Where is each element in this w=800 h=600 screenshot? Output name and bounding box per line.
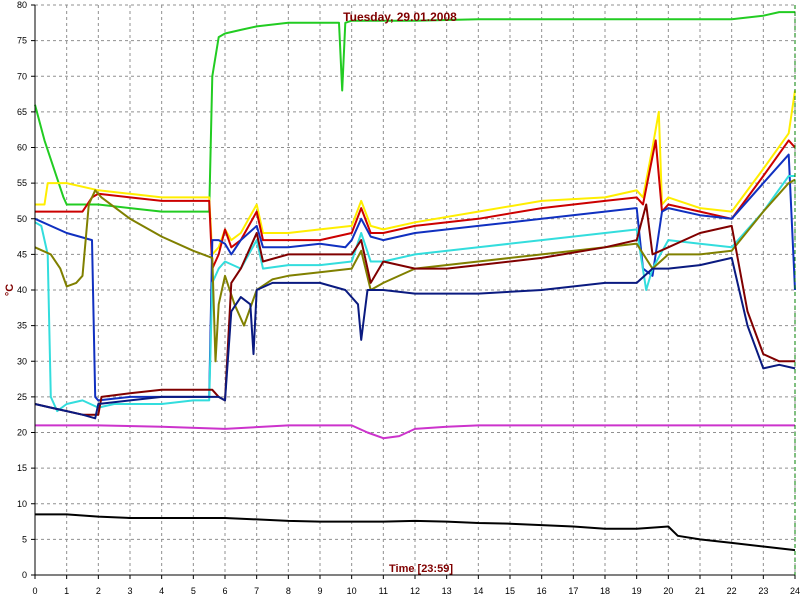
y-tick-label: 5 [22, 534, 27, 544]
y-tick-label: 10 [17, 499, 27, 509]
x-tick-label: 13 [442, 586, 452, 596]
x-tick-label: 0 [32, 586, 37, 596]
x-tick-label: 24 [790, 586, 800, 596]
y-tick-label: 25 [17, 392, 27, 402]
x-axis-label: Time [23:59] [389, 563, 453, 575]
y-tick-label: 70 [17, 71, 27, 81]
x-tick-label: 23 [758, 586, 768, 596]
x-tick-label: 15 [505, 586, 515, 596]
x-tick-labels: 0 1 2 3 4 5 6 7 8 9 10 11 12 13 14 15 16 17 18 19 20 21 22 23 24 [32, 586, 800, 596]
x-tick-label: 17 [568, 586, 578, 596]
y-tick-label: 40 [17, 285, 27, 295]
x-tick-label: 11 [379, 586, 388, 596]
x-tick-label: 21 [695, 586, 705, 596]
x-tick-label: 19 [632, 586, 642, 596]
x-tick-label: 12 [410, 586, 420, 596]
x-tick-label: 16 [537, 586, 547, 596]
chart-title: Tuesday, 29.01.2008 [343, 10, 457, 24]
y-tick-label: 35 [17, 321, 27, 331]
y-tick-labels: 0 5 10 15 20 25 30 35 40 45 50 55 60 65 70 75 80 [17, 0, 27, 580]
x-tick-label: 7 [254, 586, 259, 596]
x-tick-label: 6 [222, 586, 227, 596]
y-tick-label: 0 [22, 570, 27, 580]
y-tick-label: 60 [17, 143, 27, 153]
y-tick-label: 75 [17, 36, 27, 46]
x-tick-label: 5 [191, 586, 196, 596]
x-tick-label: 22 [727, 586, 737, 596]
x-tick-label: 8 [286, 586, 291, 596]
x-tick-label: 1 [64, 586, 69, 596]
y-tick-label: 80 [17, 0, 27, 10]
y-tick-label: 55 [17, 178, 27, 188]
y-tick-label: 50 [17, 214, 27, 224]
y-tick-label: 45 [17, 249, 27, 259]
x-tick-label: 3 [127, 586, 132, 596]
y-tick-label: 20 [17, 428, 27, 438]
x-tick-label: 18 [600, 586, 610, 596]
x-tick-label: 2 [96, 586, 101, 596]
y-axis-label: °C [4, 284, 16, 296]
x-tick-label: 10 [347, 586, 357, 596]
y-tick-label: 65 [17, 107, 27, 117]
y-tick-label: 30 [17, 356, 27, 366]
x-tick-label: 20 [663, 586, 673, 596]
x-tick-label: 4 [159, 586, 164, 596]
temperature-chart: 0 1 2 3 4 5 6 7 8 9 10 11 12 13 14 15 16 17 18 19 20 21 22 23 24… [4, 0, 800, 596]
x-tick-label: 14 [473, 586, 483, 596]
x-tick-label: 9 [317, 586, 322, 596]
y-tick-label: 15 [17, 463, 27, 473]
